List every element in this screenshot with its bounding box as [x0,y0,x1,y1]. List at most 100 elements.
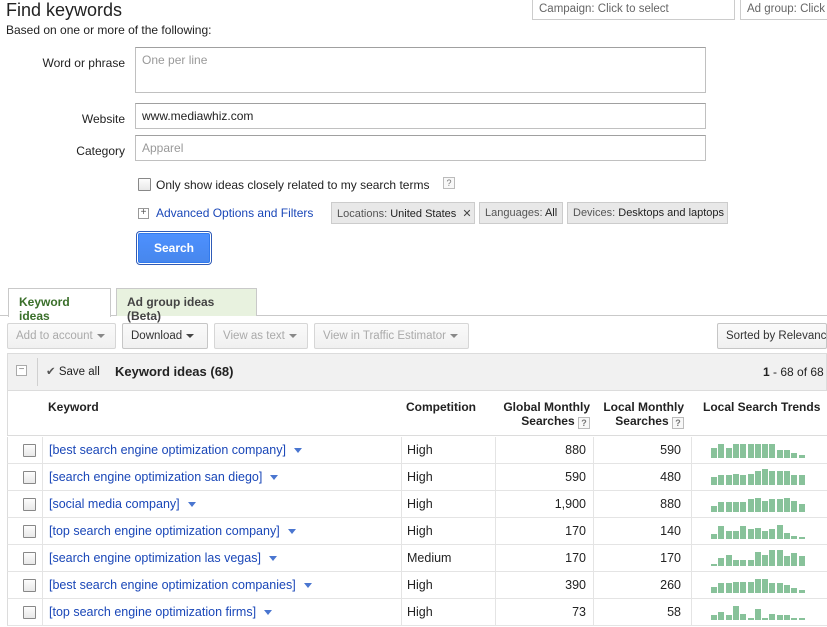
trend-bar [754,552,761,566]
trend-bar [718,526,725,539]
column-header-competition[interactable]: Competition [406,400,476,414]
view-as-text-button[interactable]: View as text [214,323,308,349]
page-subtitle: Based on one or more of the following: [6,23,212,37]
category-input[interactable]: Apparel [135,135,706,161]
trend-sparkline [711,604,811,620]
column-header-global[interactable]: Global Monthly Searches ? [500,400,590,429]
trend-sparkline [711,523,811,539]
row-checkbox[interactable] [23,606,36,619]
column-header-keyword[interactable]: Keyword [48,400,99,414]
help-icon[interactable]: ? [578,417,590,429]
help-icon[interactable]: ? [443,177,455,189]
locations-chip-label: Locations: [337,208,388,220]
trend-bar [798,556,805,566]
keyword-link[interactable]: [best search engine optimization compani… [49,578,296,592]
keyword-link[interactable]: [social media company] [49,497,180,511]
row-checkbox[interactable] [23,444,36,457]
trend-bar [784,533,790,539]
cell-divider [691,491,692,517]
row-checkbox[interactable] [23,579,36,592]
add-to-account-button[interactable]: Add to account [7,323,116,349]
global-searches-cell: 170 [565,524,586,538]
chevron-down-icon [449,333,458,338]
view-in-traffic-estimator-button[interactable]: View in Traffic Estimator [314,323,469,349]
global-searches-cell: 880 [565,443,586,457]
campaign-selector[interactable]: Campaign: Click to select [532,0,735,20]
keyword-cell[interactable]: [top search engine optimization firms] [49,599,273,625]
word-phrase-input[interactable]: One per line [135,47,706,93]
category-label: Category [76,144,125,158]
chevron-down-icon[interactable] [270,475,279,481]
only-show-checkbox[interactable] [138,178,151,191]
trend-bar [776,450,783,458]
save-all-button[interactable]: ✔ Save all [46,364,100,378]
cell-divider [495,545,496,571]
collapse-minus-icon[interactable]: − [16,365,27,376]
trend-bar [769,614,776,620]
trend-bar [711,506,717,512]
chevron-down-icon[interactable] [303,583,312,589]
keyword-link[interactable]: [top search engine optimization company] [49,524,280,538]
sort-dropdown[interactable]: Sorted by Relevance [717,323,827,349]
keyword-link[interactable]: [search engine optimization las vegas] [49,551,261,565]
help-icon[interactable]: ? [672,417,684,429]
table-row: [best search engine optimization company… [7,437,827,464]
keyword-cell[interactable]: [best search engine optimization compani… [49,572,312,598]
trend-bar [711,477,717,485]
keyword-cell[interactable]: [top search engine optimization company] [49,518,296,544]
website-input[interactable]: www.mediawhiz.com [135,103,706,129]
chevron-down-icon[interactable] [268,556,277,562]
trend-bar [798,618,805,620]
keyword-link[interactable]: [best search engine optimization company… [49,443,286,457]
row-checkbox[interactable] [23,525,36,538]
chevron-down-icon[interactable] [264,610,273,616]
keyword-link[interactable]: [search engine optimization san diego] [49,470,262,484]
keyword-cell[interactable]: [search engine optimization san diego] [49,464,279,490]
trend-bar [732,560,739,566]
keyword-cell[interactable]: [best search engine optimization company… [49,437,302,463]
tab-ad-group-ideas[interactable]: Ad group ideas (Beta) [116,288,257,323]
tab-keyword-ideas[interactable]: Keyword ideas [8,288,111,323]
search-button[interactable]: Search [136,231,212,265]
local-header-line2: Searches ? [598,414,684,429]
keyword-cell[interactable]: [social media company] [49,491,196,517]
table-row: [social media company] High 1,900 880 [7,491,827,518]
chevron-down-icon[interactable] [293,448,302,454]
trend-bar [725,531,732,539]
cell-divider [401,491,402,517]
trend-bar [784,585,790,593]
download-button[interactable]: Download [122,323,208,349]
close-icon[interactable]: ✕ [462,208,471,220]
devices-chip[interactable]: Devices: Desktops and laptops [567,202,728,224]
adgroup-selector[interactable]: Ad group: Click to [740,0,827,20]
trend-sparkline [711,469,811,485]
trend-bar [791,588,798,593]
trend-bar [725,583,732,593]
row-checkbox[interactable] [23,498,36,511]
trend-bar [791,475,798,485]
table-heading: Keyword ideas (68) [115,364,234,379]
trend-bar [754,528,761,539]
column-header-local[interactable]: Local Monthly Searches ? [598,400,684,429]
chevron-down-icon[interactable] [287,529,296,535]
locations-chip[interactable]: Locations: United States ✕ [331,202,475,224]
trend-bar [784,450,790,458]
competition-cell: High [407,497,433,511]
advanced-options-link[interactable]: Advanced Options and Filters [156,206,313,220]
trend-bar [718,558,725,566]
trend-bar [718,502,725,512]
row-checkbox[interactable] [23,471,36,484]
trend-bar [776,471,783,485]
trend-bar [711,534,717,539]
keyword-cell[interactable]: [search engine optimization las vegas] [49,545,277,571]
languages-chip[interactable]: Languages: All [479,202,563,224]
trend-bar [754,444,761,458]
trend-bar [769,471,776,485]
column-header-trends[interactable]: Local Search Trends [703,400,820,414]
cell-divider [401,599,402,625]
keyword-link[interactable]: [top search engine optimization firms] [49,605,256,619]
cell-divider [42,599,43,625]
expand-plus-icon[interactable]: + [138,208,149,219]
row-checkbox[interactable] [23,552,36,565]
chevron-down-icon[interactable] [187,502,196,508]
